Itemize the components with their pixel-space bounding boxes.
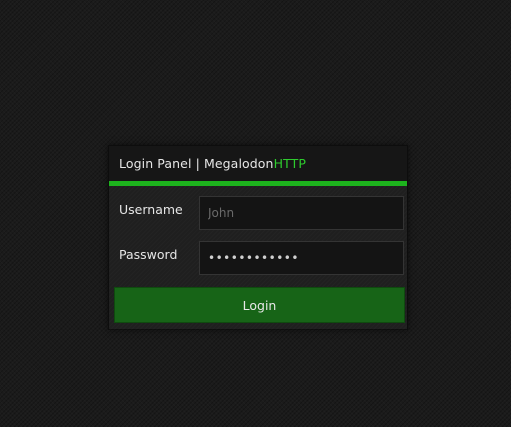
login-button[interactable]: Login	[114, 287, 405, 323]
login-panel: Login Panel | MegalodonHTTP Username Pas…	[108, 145, 408, 331]
password-label: Password	[119, 247, 178, 262]
panel-title: Login Panel | MegalodonHTTP	[119, 156, 306, 171]
password-input[interactable]	[199, 241, 404, 275]
panel-title-accent: HTTP	[273, 156, 306, 171]
panel-header: Login Panel | MegalodonHTTP	[109, 146, 407, 186]
username-input[interactable]	[199, 196, 404, 230]
username-label: Username	[119, 202, 183, 217]
panel-title-prefix: Login Panel | Megalodon	[119, 156, 274, 171]
login-form: Username Password Login	[109, 186, 407, 331]
